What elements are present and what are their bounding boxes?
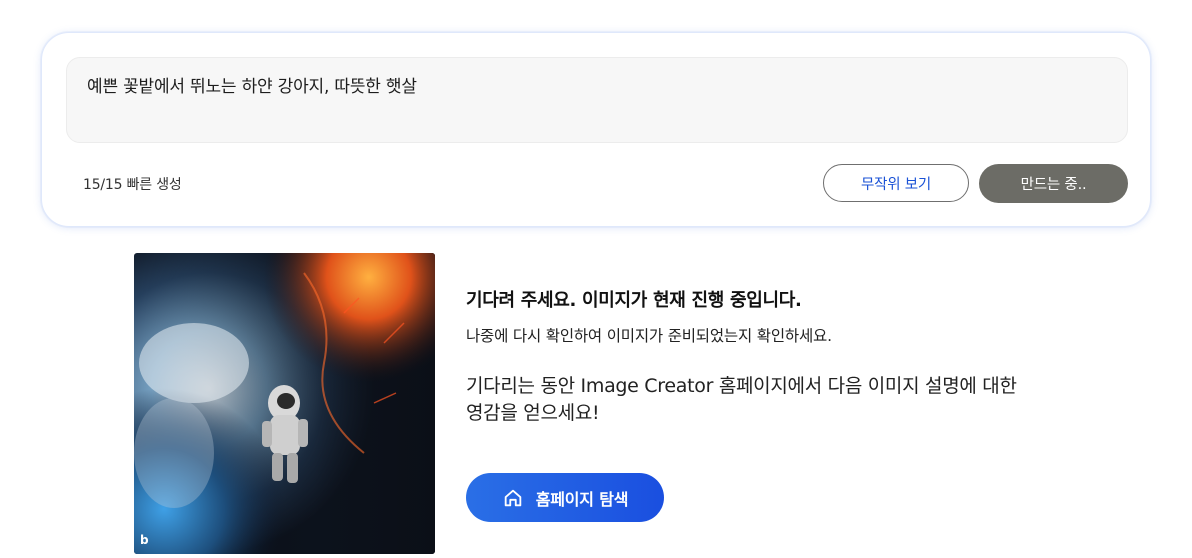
surprise-me-label: 무작위 보기 xyxy=(860,176,932,193)
waiting-subtitle: 나중에 다시 확인하여 이미지가 준비되었는지 확인하세요. xyxy=(466,327,832,345)
create-label: 만드는 중.. xyxy=(1020,177,1087,193)
waiting-title: 기다려 주세요. 이미지가 현재 진행 중입니다. xyxy=(466,290,802,311)
preview-image: b xyxy=(134,253,435,554)
create-button[interactable]: 만드는 중.. xyxy=(979,164,1128,203)
explore-homepage-label: 홈페이지 탐색 xyxy=(535,489,629,509)
surprise-me-button[interactable]: 무작위 보기 xyxy=(823,164,969,202)
boost-count: 15/15 빠른 생성 xyxy=(83,177,182,193)
prompt-card: 예쁜 꽃밭에서 뛰노는 하얀 강아지, 따뜻한 햇살 15/15 빠른 생성 무… xyxy=(41,32,1151,227)
explore-homepage-button[interactable]: 홈페이지 탐색 xyxy=(466,473,664,522)
waiting-message: 기다려 주세요. 이미지가 현재 진행 중입니다. 나중에 다시 확인하여 이미… xyxy=(466,286,1066,427)
bing-logo: b xyxy=(140,533,149,547)
prompt-input[interactable]: 예쁜 꽃밭에서 뛰노는 하얀 강아지, 따뜻한 햇살 xyxy=(66,57,1128,143)
inspire-text: 기다리는 동안 Image Creator 홈페이지에서 다음 이미지 설명에 … xyxy=(466,375,1017,424)
home-icon xyxy=(502,487,524,509)
